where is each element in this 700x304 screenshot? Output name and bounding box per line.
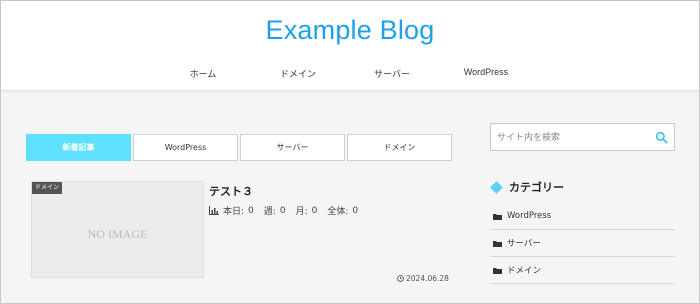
- tab-domain[interactable]: ドメイン: [347, 134, 452, 161]
- category-label: サーバー: [507, 239, 541, 249]
- category-item-domain[interactable]: ドメイン: [490, 257, 675, 284]
- views-week-label: 週:: [263, 207, 276, 217]
- category-badge: ドメイン: [32, 182, 63, 194]
- tab-server[interactable]: サーバー: [240, 134, 345, 161]
- views-total-value: 0: [352, 205, 359, 216]
- search-icon[interactable]: [655, 131, 668, 144]
- search-form: [490, 123, 675, 151]
- folder-icon: [493, 213, 502, 220]
- post-title[interactable]: テスト３: [209, 183, 253, 199]
- post-date: 2024.06.28: [397, 274, 449, 283]
- folder-icon: [493, 240, 502, 247]
- site-title[interactable]: Example Blog: [1, 15, 699, 46]
- views-today-label: 本日:: [223, 207, 245, 217]
- diamond-icon: [490, 180, 503, 194]
- category-label: WordPress: [507, 211, 552, 221]
- category-list: WordPress サーバー ドメイン: [490, 203, 675, 284]
- nav-item-wordpress[interactable]: WordPress: [464, 67, 508, 77]
- category-item-wordpress[interactable]: WordPress: [490, 203, 675, 230]
- bar-chart-icon: [209, 206, 219, 215]
- site-header: Example Blog ホーム ドメイン サーバー WordPress: [1, 1, 699, 91]
- nav-item-home[interactable]: ホーム: [190, 67, 217, 80]
- nav-item-server[interactable]: サーバー: [374, 67, 410, 80]
- post-card[interactable]: ドメイン NO IMAGE テスト３ 本日: 0 週: 0 月: 0 全体: 0…: [31, 181, 451, 283]
- category-widget-title: カテゴリー: [490, 179, 564, 195]
- post-date-text: 2024.06.28: [406, 274, 449, 283]
- folder-icon: [493, 267, 502, 274]
- clock-icon: [397, 275, 404, 282]
- search-input[interactable]: [497, 129, 647, 146]
- tab-new-posts[interactable]: 新着記事: [26, 134, 131, 161]
- tab-wordpress[interactable]: WordPress: [133, 134, 238, 161]
- view-counts: 本日: 0 週: 0 月: 0 全体: 0: [209, 204, 358, 217]
- no-image-text: NO IMAGE: [87, 227, 148, 241]
- views-total-label: 全体:: [327, 207, 349, 217]
- nav-item-domain[interactable]: ドメイン: [280, 67, 316, 80]
- global-nav: ホーム ドメイン サーバー WordPress: [1, 67, 699, 83]
- views-week-value: 0: [279, 205, 286, 216]
- post-tabs: 新着記事 WordPress サーバー ドメイン: [26, 134, 453, 161]
- category-item-server[interactable]: サーバー: [490, 230, 675, 257]
- category-heading: カテゴリー: [509, 181, 564, 194]
- category-label: ドメイン: [507, 266, 542, 276]
- views-month-label: 月:: [295, 207, 308, 217]
- post-thumbnail[interactable]: ドメイン NO IMAGE: [31, 181, 204, 278]
- views-month-value: 0: [311, 205, 318, 216]
- views-today-value: 0: [248, 205, 254, 216]
